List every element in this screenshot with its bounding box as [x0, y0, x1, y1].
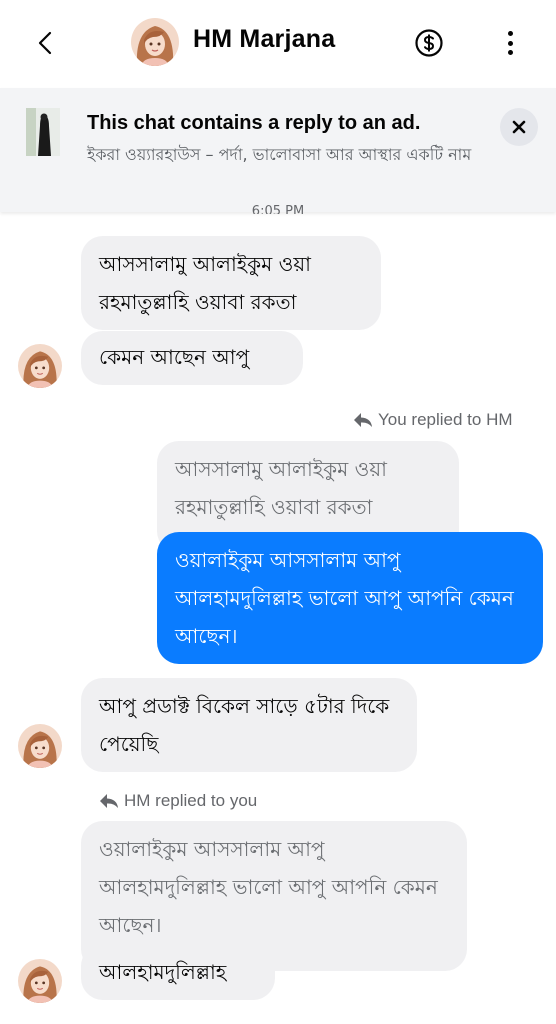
banner-title: This chat contains a reply to an ad. [87, 112, 421, 134]
incoming-message[interactable]: আলহামদুলিল্লাহ [81, 944, 275, 1000]
back-arrow-icon[interactable] [30, 26, 60, 60]
more-vertical-icon[interactable] [498, 27, 522, 59]
reply-indicator-text: HM replied to you [124, 791, 258, 810]
avatar[interactable] [18, 959, 62, 1003]
avatar[interactable] [18, 344, 62, 388]
reply-indicator: You replied to HM [352, 410, 513, 430]
incoming-message[interactable]: আসসালামু আলাইকুম ওয়া রহমাতুল্লাহি ওয়াব… [81, 236, 381, 330]
timestamp: 6:05 PM [251, 204, 305, 214]
avatar[interactable] [18, 724, 62, 768]
reply-arrow-icon [354, 413, 372, 427]
contact-name[interactable]: HM Marjana [193, 25, 335, 54]
outgoing-message[interactable]: ওয়ালাইকুম আসসালাম আপু আলহামদুলিল্লাহ ভা… [157, 532, 543, 664]
reply-arrow-icon [100, 794, 118, 808]
avatar[interactable] [131, 18, 179, 66]
chat-header: HM Marjana [0, 0, 556, 86]
reply-indicator: HM replied to you [98, 791, 257, 811]
incoming-message[interactable]: আপু প্রডাক্ট বিকেল সাড়ে ৫টার দিকে পেয়ে… [81, 678, 417, 772]
dollar-circle-icon[interactable] [414, 28, 444, 58]
close-icon[interactable] [500, 108, 538, 146]
ad-reply-banner: This chat contains a reply to an ad. ইকর… [0, 88, 556, 212]
reply-indicator-text: You replied to HM [378, 410, 513, 429]
banner-subtitle: ইকরা ওয়্যারহাউস – পর্দা, ভালোবাসা আর আস… [87, 145, 472, 164]
ad-thumbnail[interactable] [26, 108, 60, 156]
incoming-message[interactable]: কেমন আছেন আপু [81, 331, 303, 385]
